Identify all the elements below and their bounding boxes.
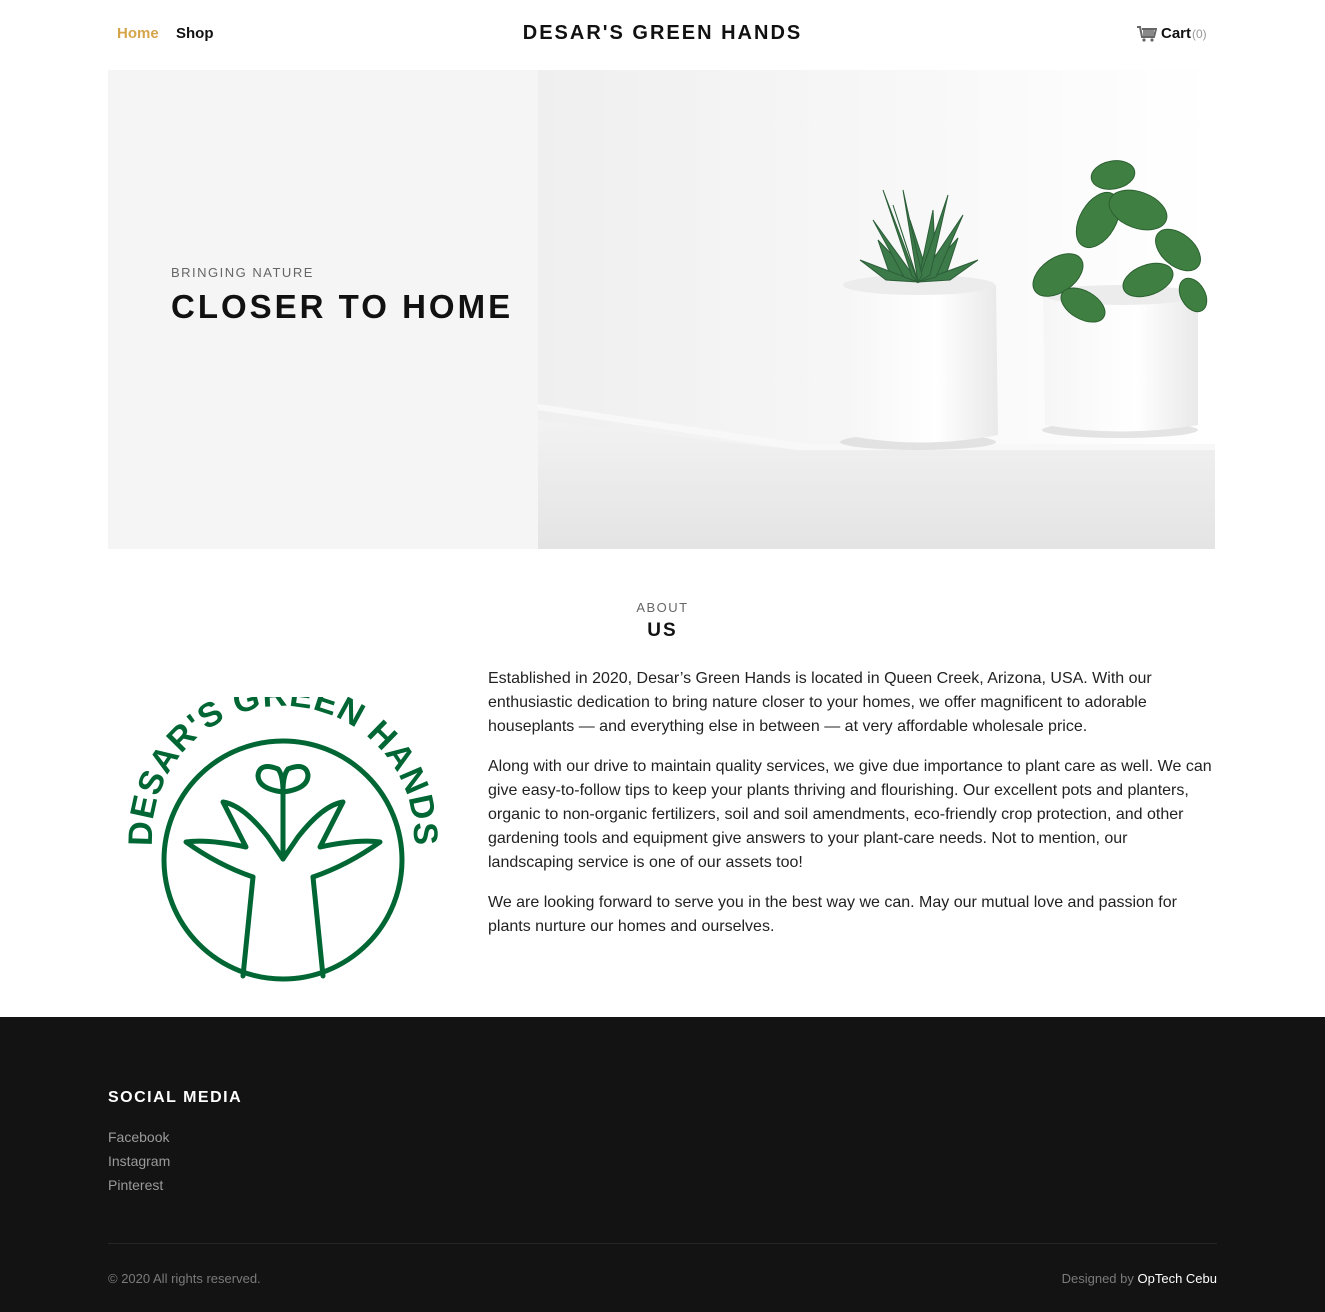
site-brand[interactable]: DESAR'S GREEN HANDS [0, 22, 1325, 45]
copyright-text: © 2020 All rights reserved. [108, 1271, 261, 1286]
about-kicker: ABOUT [636, 600, 689, 615]
list-item: Pinterest [108, 1173, 170, 1197]
brand-logo: DESAR'S GREEN HANDS [128, 697, 438, 982]
about-paragraph: Established in 2020, Desar’s Green Hands… [488, 670, 1152, 735]
footer-heading: SOCIAL MEDIA [108, 1089, 243, 1106]
about-paragraph: We are looking forward to serve you in t… [488, 894, 1177, 935]
cart-link[interactable]: Cart (0) [1137, 25, 1207, 42]
cart-icon [1137, 25, 1157, 42]
hero-plants-image [538, 70, 1215, 549]
list-item: Instagram [108, 1149, 170, 1173]
cart-count: (0) [1192, 26, 1207, 41]
facebook-link[interactable]: Facebook [108, 1129, 169, 1145]
instagram-link[interactable]: Instagram [108, 1153, 170, 1169]
list-item: Facebook [108, 1125, 170, 1149]
site-footer: SOCIAL MEDIA Facebook Instagram Pinteres… [0, 1017, 1325, 1312]
designed-by: Designed by OpTech Cebu [1062, 1271, 1217, 1286]
hero-banner: BRINGING NATURE CLOSER TO HOME [108, 70, 1215, 549]
pinterest-link[interactable]: Pinterest [108, 1177, 163, 1193]
site-header: Home Shop DESAR'S GREEN HANDS Cart (0) [0, 0, 1325, 70]
social-links: Facebook Instagram Pinterest [108, 1125, 170, 1197]
footer-divider [108, 1243, 1217, 1244]
about-title: US [647, 620, 678, 641]
hero-title: CLOSER TO HOME [171, 288, 514, 325]
about-paragraph: Along with our drive to maintain quality… [488, 758, 1212, 871]
hero-subtitle: BRINGING NATURE [171, 265, 314, 280]
cart-label: Cart [1161, 25, 1192, 42]
designer-link[interactable]: OpTech Cebu [1138, 1271, 1218, 1286]
designed-by-prefix: Designed by [1061, 1271, 1138, 1286]
about-description: Established in 2020, Desar’s Green Hands… [488, 667, 1216, 955]
